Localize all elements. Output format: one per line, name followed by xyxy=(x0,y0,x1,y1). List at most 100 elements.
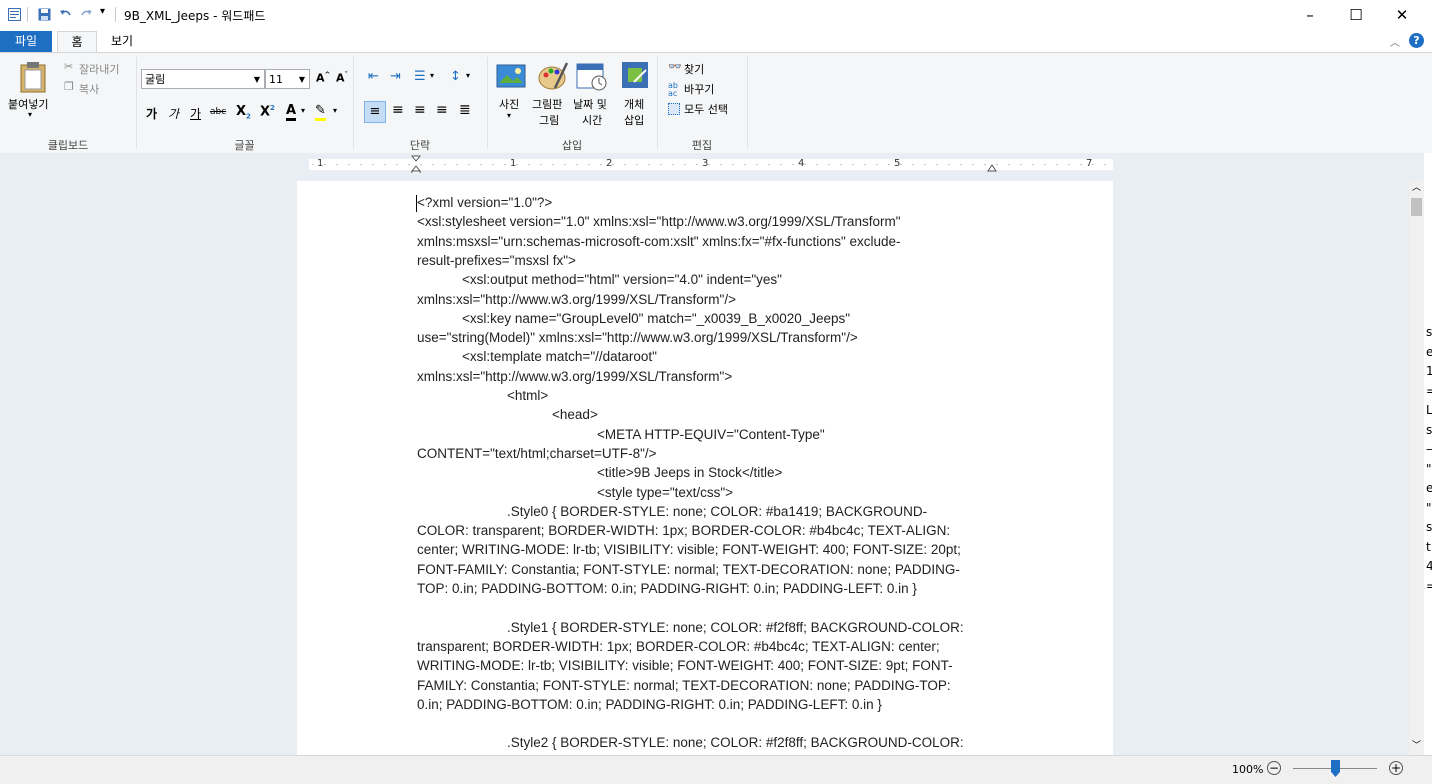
ruler-number: 4 xyxy=(798,158,805,169)
paint-drawing-icon[interactable] xyxy=(538,60,568,92)
font-size-select[interactable]: 11 ▼ xyxy=(265,69,310,89)
shrink-font-icon[interactable]: Aˇ xyxy=(336,71,348,85)
ruler-number: 1 xyxy=(317,158,324,169)
tab-home[interactable]: 홈 xyxy=(57,31,97,53)
document-workspace[interactable]: <?xml version="1.0"?> <xsl:stylesheet ver… xyxy=(0,173,1409,755)
grow-font-icon[interactable]: A^ xyxy=(316,71,330,85)
group-separator xyxy=(487,57,488,149)
close-button[interactable]: ✕ xyxy=(1379,0,1425,30)
tab-file[interactable]: 파일 xyxy=(0,31,52,52)
paste-icon[interactable] xyxy=(19,61,47,93)
decrease-indent-icon[interactable]: ⇤ xyxy=(368,69,379,84)
zoom-slider-thumb[interactable] xyxy=(1331,760,1340,777)
text-color-icon[interactable]: A xyxy=(286,103,297,121)
divider xyxy=(27,7,28,22)
align-right-icon[interactable]: ≡ xyxy=(414,102,426,118)
underline-button[interactable]: 가 xyxy=(190,105,201,122)
bold-button[interactable]: 가 xyxy=(146,105,157,122)
indent-marker-icon[interactable] xyxy=(411,155,421,175)
select-all-button[interactable]: 모두 선택 xyxy=(684,101,728,117)
document-text-line: COLOR: transparent; BORDER-WIDTH: 1px; B… xyxy=(417,523,951,539)
vertical-scrollbar[interactable]: ︿ ﹀ xyxy=(1409,180,1424,755)
font-family-value: 굴림 xyxy=(145,73,166,86)
find-button[interactable]: 찾기 xyxy=(684,61,704,77)
collapse-ribbon-icon[interactable]: ︿ xyxy=(1390,34,1400,49)
bullet-list-icon[interactable]: ☰ xyxy=(414,69,426,84)
zoom-in-icon[interactable]: + xyxy=(1389,761,1403,775)
document-text-line: <xsl:output method="html" version="4.0" … xyxy=(417,272,782,288)
align-center-icon[interactable]: ≡ xyxy=(392,102,404,118)
line-spacing-icon[interactable]: ↕ xyxy=(450,69,461,84)
group-label-font: 글꼴 xyxy=(234,139,255,152)
chevron-down-icon[interactable]: ▾ xyxy=(430,71,434,80)
scrollbar-thumb[interactable] xyxy=(1411,198,1422,216)
superscript-icon[interactable]: X2 xyxy=(260,104,275,119)
picture-button[interactable]: 사진 xyxy=(499,96,519,112)
status-bar: 100% − + xyxy=(0,755,1432,784)
copy-button[interactable]: 복사 xyxy=(79,81,99,97)
chevron-down-icon[interactable]: ▾ xyxy=(507,111,511,120)
tab-view[interactable]: 보기 xyxy=(103,31,141,52)
chevron-down-icon[interactable]: ▾ xyxy=(466,71,470,80)
document-text-line: <html> xyxy=(417,388,549,403)
date-time-button-line2: 시간 xyxy=(582,114,603,127)
cut-button[interactable]: 잘라내기 xyxy=(79,61,119,77)
document-text-line: xmlns:xsl="http://www.w3.org/1999/XSL/Tr… xyxy=(417,291,736,307)
ruler-number: 5 xyxy=(894,158,901,169)
increase-indent-icon[interactable]: ⇥ xyxy=(390,69,401,84)
scroll-down-icon[interactable]: ﹀ xyxy=(1412,738,1421,751)
insert-object-button[interactable]: 개체 xyxy=(624,96,644,112)
highlight-color-icon[interactable]: ✎ xyxy=(315,103,326,121)
justify-icon[interactable]: ≡ xyxy=(436,102,448,118)
minimize-button[interactable]: – xyxy=(1287,0,1333,30)
paste-dropdown-icon[interactable]: ▾ xyxy=(28,110,32,119)
help-icon[interactable]: ? xyxy=(1409,33,1424,48)
italic-button[interactable]: 가 xyxy=(168,105,179,122)
date-time-button[interactable]: 날짜 및 xyxy=(573,96,607,112)
subscript-icon[interactable]: X2 xyxy=(236,104,251,121)
document-text-line: <title>9B Jeeps in Stock</title> xyxy=(417,465,783,481)
title-bar: ▾ 9B_XML_Jeeps - 워드패드 – ☐ ✕ xyxy=(0,0,1432,30)
insert-object-button-line2: 삽입 xyxy=(624,114,645,127)
maximize-button[interactable]: ☐ xyxy=(1333,0,1379,30)
customize-quick-access-icon[interactable]: ▾ xyxy=(100,6,105,17)
chevron-down-icon[interactable]: ▾ xyxy=(301,106,305,115)
save-icon[interactable] xyxy=(38,8,51,21)
background-window-glyph: " xyxy=(1426,500,1432,515)
background-window-glyph: t xyxy=(1426,539,1431,554)
date-time-icon[interactable] xyxy=(576,61,608,91)
document-text-line: .Style0 { BORDER-STYLE: none; COLOR: #ba… xyxy=(417,503,928,519)
document-text-line: .Style1 { BORDER-STYLE: none; COLOR: #f2… xyxy=(417,619,964,635)
zoom-out-icon[interactable]: − xyxy=(1267,761,1281,775)
ribbon: 붙여넣기 ▾ ✂ 잘라내기 ❐ 복사 클립보드 굴림 ▼ 11 ▼ A^ Aˇ 가 … xyxy=(0,52,1432,154)
paint-drawing-button[interactable]: 그림판 xyxy=(532,96,562,112)
ruler-number: 7 xyxy=(1086,158,1093,169)
font-family-select[interactable]: 굴림 ▼ xyxy=(141,69,265,89)
document-page[interactable]: <?xml version="1.0"?> <xsl:stylesheet ver… xyxy=(297,181,1113,755)
scroll-up-icon[interactable]: ︿ xyxy=(1412,180,1421,193)
group-separator xyxy=(747,57,748,149)
background-window-glyph: s xyxy=(1426,422,1432,437)
picture-icon[interactable] xyxy=(496,61,526,91)
document-text-line: CONTENT="text/html;charset=UTF-8"/> xyxy=(417,445,657,461)
select-all-icon xyxy=(668,103,680,115)
undo-icon[interactable] xyxy=(59,8,72,21)
chevron-down-icon[interactable]: ▾ xyxy=(333,106,337,115)
wordpad-app-icon[interactable] xyxy=(8,8,21,21)
background-window-glyph: = xyxy=(1426,383,1432,398)
background-window-glyph: L xyxy=(1426,403,1432,417)
document-text-line: <xsl:stylesheet version="1.0" xmlns:xsl=… xyxy=(417,214,901,230)
align-left-icon[interactable]: ≡ xyxy=(364,101,386,123)
document-text-line: xmlns:msxsl="urn:schemas-microsoft-com:x… xyxy=(417,233,901,249)
right-indent-marker-icon[interactable] xyxy=(987,164,997,173)
insert-object-icon[interactable] xyxy=(620,60,650,90)
replace-button[interactable]: 바꾸기 xyxy=(684,81,714,97)
redo-icon[interactable] xyxy=(80,8,93,21)
cut-icon: ✂ xyxy=(64,60,74,73)
background-window-glyph: e xyxy=(1426,344,1432,359)
strikethrough-button[interactable]: abc xyxy=(210,107,226,117)
document-text-line: <xsl:template match="//dataroot" xyxy=(417,349,657,365)
zoom-level: 100% xyxy=(1232,763,1264,776)
paragraph-settings-icon[interactable]: ≣ xyxy=(459,102,471,118)
background-window-glyph: s xyxy=(1426,325,1432,339)
